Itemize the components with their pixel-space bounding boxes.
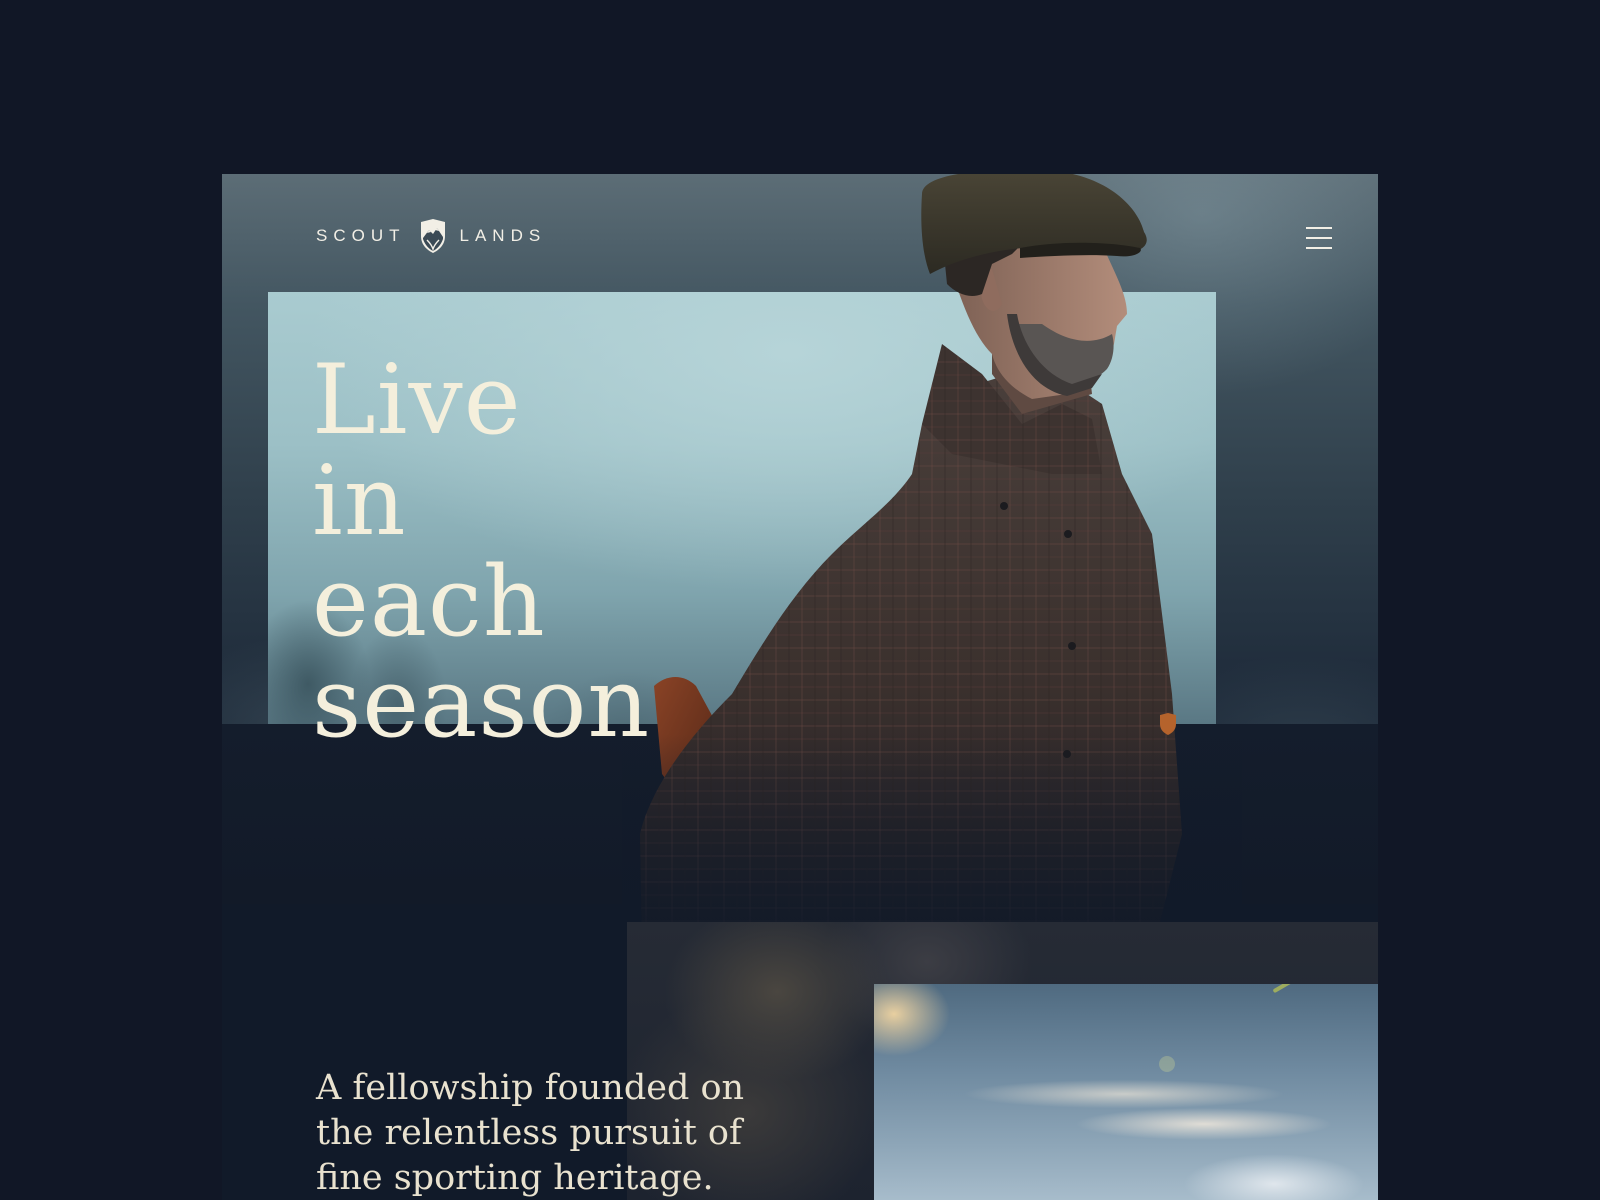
mountain-shield-crest-icon (420, 219, 445, 253)
brand-name-right: LANDS (459, 226, 547, 245)
page: SCOUT LANDS Live in each season A fellow… (0, 0, 1600, 1200)
menu-bar (1306, 237, 1332, 239)
headline-line: in (312, 445, 407, 557)
brand-logo[interactable]: SCOUT LANDS (316, 218, 546, 254)
intro-tagline: A fellowship founded on the relentless p… (316, 1068, 745, 1198)
website-frame: SCOUT LANDS Live in each season A fellow… (222, 174, 1378, 1200)
shield-icon[interactable] (1158, 712, 1178, 736)
headline-line: Live (312, 344, 522, 456)
light-streak (1272, 984, 1294, 994)
hero-headline: Live in each season (312, 350, 732, 754)
lens-flare (1159, 1056, 1175, 1072)
brand-name-left: SCOUT (316, 226, 406, 245)
menu-bar (1306, 227, 1332, 229)
menu-bar (1306, 247, 1332, 249)
headline-line: season (312, 647, 651, 759)
hamburger-menu-icon[interactable] (1302, 224, 1336, 252)
sunset-sky-image (874, 984, 1378, 1200)
headline-line: each (312, 546, 546, 658)
